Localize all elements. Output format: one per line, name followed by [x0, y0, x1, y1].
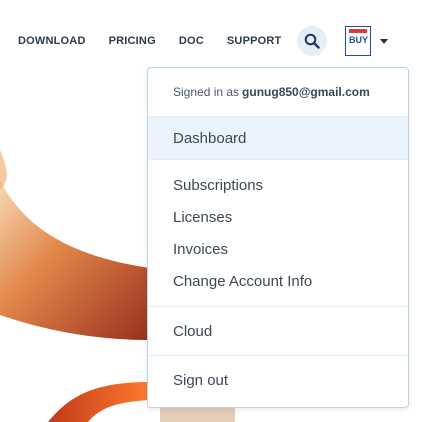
menu-item-change-account-info[interactable]: Change Account Info [148, 265, 408, 297]
nav-pricing-link[interactable]: PRICING [109, 35, 156, 47]
caret-down-icon [380, 38, 389, 44]
user-email: gunug850@gmail.com [242, 85, 370, 99]
nav-support-link[interactable]: SUPPORT [227, 35, 282, 47]
menu-item-cloud[interactable]: Cloud [148, 307, 408, 356]
signed-in-label: Signed in as [173, 85, 240, 99]
signed-in-info: Signed in as gunug850@gmail.com [148, 68, 408, 117]
menu-item-dashboard[interactable]: Dashboard [148, 117, 408, 160]
nav-doc-link[interactable]: DOC [179, 35, 204, 47]
menu-item-licenses[interactable]: Licenses [148, 201, 408, 233]
account-items-group: Subscriptions Licenses Invoices Change A… [148, 160, 408, 307]
avatar: BUY [345, 26, 372, 56]
account-dropdown: Signed in as gunug850@gmail.com Dashboar… [147, 67, 409, 408]
menu-item-invoices[interactable]: Invoices [148, 233, 408, 265]
menu-item-subscriptions[interactable]: Subscriptions [148, 169, 408, 201]
nav-download-link[interactable]: DOWNLOAD [18, 35, 86, 47]
search-icon [305, 33, 321, 49]
top-nav: DOWNLOAD PRICING DOC SUPPORT BUY [18, 24, 404, 58]
avatar-text: BUY [348, 35, 368, 45]
account-menu-toggle[interactable]: BUY [345, 26, 389, 56]
menu-item-sign-out[interactable]: Sign out [148, 356, 408, 404]
search-button[interactable] [297, 26, 328, 56]
